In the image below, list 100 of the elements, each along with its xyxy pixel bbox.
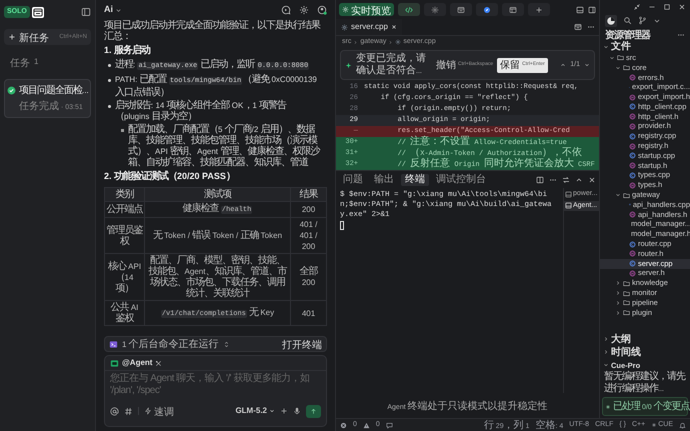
hash-icon[interactable] [124,406,133,416]
toolbar-tab[interactable] [476,3,498,16]
chat-bubble-icon[interactable] [281,5,291,15]
toolbar-tab[interactable] [528,3,550,16]
list-item-text: 启动报告: 14 项核心组件全部 OK，1 项警告（plugins 目录为空） [115,100,288,122]
section-header[interactable]: 大纲 [600,333,690,345]
gear-icon [395,39,402,45]
panel-tab[interactable]: 终端 [401,174,429,186]
sparkle-icon [345,62,352,68]
caret-icon[interactable] [653,16,661,24]
header-file-icon [629,94,636,101]
bell-icon[interactable] [679,422,686,428]
section-label: 任务 [10,57,30,71]
toolbar-tab[interactable] [398,3,420,16]
chevron-right-icon [353,40,358,44]
toolbar-tab[interactable] [450,3,472,16]
error-icon[interactable] [340,422,347,428]
chevron-up-icon[interactable] [575,176,583,184]
toolbar-tab[interactable] [502,3,524,16]
header-file-icon [629,182,636,189]
section-header[interactable]: 时间线 [600,346,690,358]
table-header-cell: 结果 [290,188,326,202]
table-cell: 核心 API（14 项） [104,254,144,300]
agent-mention[interactable]: @Agent [122,357,152,369]
search-icon[interactable] [623,16,632,25]
header-file-icon [629,211,636,218]
chevron-icon[interactable] [222,340,230,348]
avatar-icon[interactable] [317,5,327,15]
code-icon [405,6,413,14]
swap-icon[interactable] [562,176,570,184]
table-cell: 公开端点 [104,202,144,218]
comment-icon[interactable] [386,422,393,428]
chat-title: Ai [104,3,113,16]
gear-icon [342,6,349,13]
panel-tab[interactable]: 输出 [370,174,398,186]
caret-icon[interactable] [115,6,122,14]
panel-tab[interactable]: 问题 [339,174,367,186]
chevron-icon [603,362,609,368]
close-icon[interactable] [678,2,686,10]
model-selector[interactable]: GLM-5.2 [235,405,275,417]
gear-icon [341,24,348,30]
preview-icon[interactable] [574,23,582,31]
table-header-cell: 类别 [104,188,144,202]
header-file-icon [629,142,636,150]
window-icon [32,6,44,18]
open-terminal-button[interactable]: 打开终端 [282,332,322,356]
table-cell: 无 Token / 错误 Token / 正确 Token [144,218,290,254]
at-sign-icon[interactable] [110,406,119,416]
header-file-icon [629,122,636,130]
sidebar-toggle-icon[interactable] [81,7,91,17]
lightning-icon [144,407,152,415]
panel-title: 资源管理器 [605,28,650,40]
files-icon[interactable] [605,14,617,26]
microphone-icon[interactable] [293,407,301,415]
arrow-up-icon [310,408,317,414]
plus-icon [535,6,543,14]
terminal-icon [109,340,118,348]
cursor [340,221,344,230]
cue-icon [651,422,658,428]
folder-icon [623,192,630,199]
close-icon[interactable] [390,24,397,30]
shrink-icon[interactable] [633,2,641,10]
plus-icon[interactable] [280,407,288,415]
mode-button[interactable]: 速调 [144,399,174,423]
live-preview-button[interactable]: 实时预览 [339,3,394,16]
table-cell: 配置、厂商、模型、密钥、技能、技能包、Agent、知识库、管道、市场状态、市场包、下载任务、调用统计、关联统计 [144,254,290,300]
browser-icon [457,6,465,14]
message-input[interactable]: 您正在与 Agent 聊天，输入 '/' 获取更多能力，如 '/plan', '/spec' [105,371,326,399]
compass-icon [483,6,491,14]
branch-icon[interactable] [638,16,647,25]
maximize-icon[interactable] [663,2,671,10]
split-icon[interactable] [536,176,544,184]
tools-icon[interactable] [155,360,162,366]
chevron-up-icon[interactable] [560,62,566,68]
layout-icon[interactable] [588,6,596,14]
task-count: 1 [34,56,38,68]
toolbar-tab[interactable] [424,3,446,16]
chevron-icon [603,336,609,342]
header-file-icon [629,162,636,170]
layout-icon[interactable] [576,6,584,14]
send-button[interactable] [306,404,321,418]
panel-tab[interactable]: 调试控制台 [432,174,490,186]
background-status: 1 个后台命令正在运行 [122,338,219,352]
check-circle-icon [7,86,16,95]
header-file-icon [629,74,636,81]
list-item-text: 配置加载、厂商配置（5 个厂商/2 启用）、数据库、技能管理、技能包管理、技能市场（演示模式）、API 密钥、Agent 管理、健康检查、权限沙箱、自动扩缩容、技能匹配器、知识库、管道 [128,124,321,168]
chevron-icon [603,349,609,355]
message-composer[interactable]: @Agent 您正在与 Agent 聊天，输入 '/' 获取更多能力，如 '/plan', '/spec' 速调 GLM-5.2 [104,355,327,427]
table-header-cell: 测试项 [144,188,290,202]
chevron-icon [615,192,621,198]
sparkle-icon [605,404,611,410]
chevron-down-icon[interactable] [584,62,590,68]
plus-icon [8,33,16,41]
bot-icon [110,358,119,368]
close-icon[interactable] [588,176,596,184]
settings-icon[interactable] [299,5,309,15]
warning-icon[interactable] [362,422,370,428]
caret-icon [269,408,275,414]
chevron-right-icon [388,40,394,44]
heading: 2. 功能验证测试（20/20 PASS） [104,170,236,183]
